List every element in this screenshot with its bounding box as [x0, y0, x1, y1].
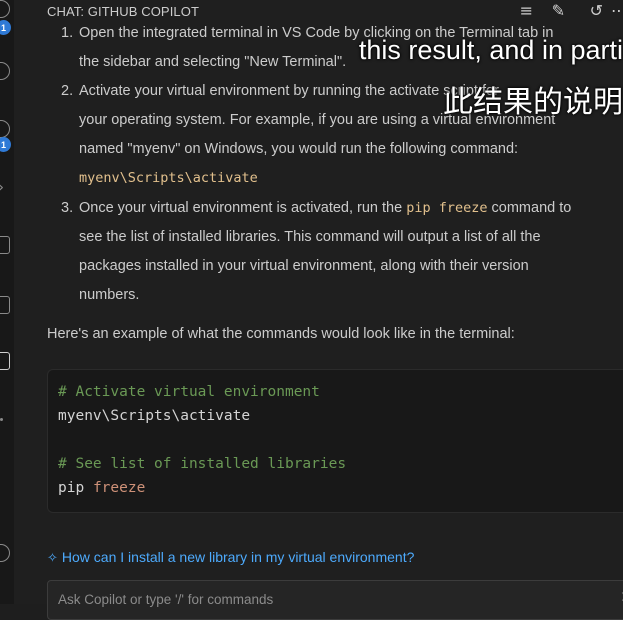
activity-bar: 1 1 ›	[0, 0, 14, 604]
explorer-icon[interactable]	[0, 0, 10, 18]
step-text: Once your virtual environment is activat…	[79, 200, 407, 216]
code-line: myenv\Scripts\activate	[58, 408, 251, 424]
chat-input-box[interactable]: ➤	[47, 580, 623, 620]
step-text: command to	[487, 200, 572, 216]
chat-input[interactable]	[56, 591, 580, 608]
step-number: 3.	[61, 200, 74, 216]
code-comment: # Activate virtual environment	[58, 384, 320, 400]
account-icon[interactable]	[0, 544, 10, 562]
code-block[interactable]: # Activate virtual environment myenv\Scr…	[47, 369, 623, 513]
step-text: packages installed in your virtual envir…	[79, 258, 529, 274]
more-dot-icon	[0, 418, 3, 421]
step-text: numbers.	[79, 287, 140, 303]
followup-suggestion[interactable]: ✧ How can I install a new library in my v…	[47, 549, 414, 566]
code-comment: # See list of installed libraries	[58, 456, 347, 472]
sparkle-icon: ✧	[47, 551, 58, 566]
new-chat-icon[interactable]: ✎	[552, 1, 565, 20]
notification-badge: 1	[0, 20, 11, 35]
run-debug-icon[interactable]: ›	[0, 178, 4, 196]
testing-icon[interactable]	[0, 296, 10, 314]
chat-panel: 1. Open the integrated terminal in VS Co…	[14, 0, 623, 620]
code-argument: freeze	[92, 480, 146, 496]
step-text: see the list of installed libraries. Thi…	[79, 229, 541, 245]
suggestion-text: How can I install a new library in my vi…	[61, 549, 415, 565]
list-filter-icon[interactable]: ≡	[520, 1, 533, 20]
extensions-icon[interactable]	[0, 236, 10, 254]
example-intro: Here's an example of what the commands w…	[47, 326, 515, 342]
history-icon[interactable]: ↺	[590, 1, 603, 20]
panel-title: CHAT: GITHUB COPILOT	[47, 4, 199, 19]
source-control-icon[interactable]	[0, 120, 10, 138]
video-subtitle-chinese: 此结果的说明	[443, 85, 623, 120]
inline-code: myenv\Scripts\activate	[79, 170, 258, 186]
search-icon[interactable]	[0, 62, 10, 80]
step-text: named "myenv" on Windows, you would run …	[79, 141, 519, 157]
list-item: 3. Once your virtual environment is acti…	[61, 194, 623, 310]
step-number: 2.	[61, 83, 74, 99]
inline-code: pip freeze	[406, 200, 488, 216]
source-control-badge: 1	[0, 137, 11, 152]
panel-header: CHAT: GITHUB COPILOT ≡ ✎ ↺ ⋯	[14, 0, 623, 26]
code-command: pip	[58, 480, 85, 496]
video-subtitle-english: this result, and in parti	[358, 35, 623, 65]
more-icon[interactable]: ⋯	[611, 1, 623, 20]
copilot-chat-icon[interactable]	[0, 352, 10, 370]
code-line: pip freeze	[58, 480, 145, 496]
